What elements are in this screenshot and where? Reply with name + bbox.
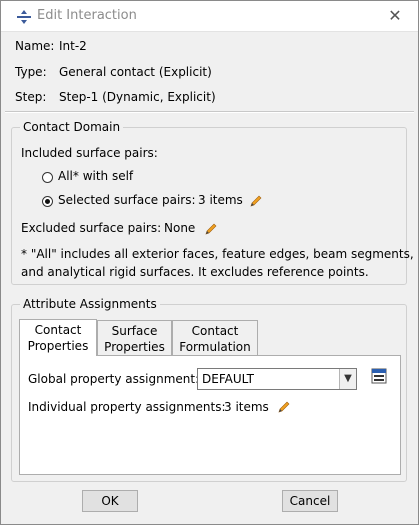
chevron-down-icon[interactable]: ▼	[339, 369, 356, 389]
step-value: Step-1 (Dynamic, Explicit)	[59, 90, 216, 104]
selected-pairs-label[interactable]: Selected surface pairs:	[58, 193, 196, 207]
tab-surface-properties-line2: Properties	[104, 340, 165, 354]
individual-property-value: 3 items	[224, 400, 269, 414]
tab-contact-formulation[interactable]: Contact Formulation	[172, 320, 258, 356]
interaction-icon	[17, 10, 31, 24]
all-with-self-radio[interactable]	[42, 172, 53, 183]
all-with-self-label[interactable]: All* with self	[58, 169, 133, 183]
edit-excluded-pairs-pencil-icon[interactable]	[204, 222, 218, 236]
note-line-1: * "All" includes all exterior faces, fea…	[21, 247, 414, 261]
type-value: General contact (Explicit)	[59, 65, 212, 79]
name-label: Name:	[15, 39, 55, 53]
individual-property-label: Individual property assignments:	[28, 400, 226, 414]
edit-interaction-dialog: Edit Interaction ✕ Name: Int-2 Type: Gener…	[0, 0, 419, 525]
note-line-2: and analytical rigid surfaces. It exclud…	[21, 265, 369, 279]
name-value: Int-2	[59, 39, 87, 53]
selected-pairs-count: 3 items	[198, 193, 243, 207]
tab-surface-properties-line1: Surface	[111, 324, 158, 338]
tab-surface-properties[interactable]: Surface Properties	[97, 320, 172, 356]
edit-selected-pairs-pencil-icon[interactable]	[249, 194, 263, 208]
tab-contact-formulation-line1: Contact	[191, 324, 239, 338]
cancel-button[interactable]: Cancel	[282, 490, 338, 512]
close-button[interactable]: ✕	[384, 5, 406, 27]
ok-button[interactable]: OK	[82, 490, 138, 512]
window-title: Edit Interaction	[37, 8, 137, 23]
name-row: Name: Int-2	[15, 39, 87, 53]
contact-domain-title: Contact Domain	[20, 120, 124, 134]
divider	[5, 111, 414, 113]
excluded-pairs-value: None	[164, 221, 196, 235]
type-row: Type: General contact (Explicit)	[15, 65, 212, 79]
title-bar: Edit Interaction ✕	[1, 1, 418, 32]
tab-contact-properties[interactable]: Contact Properties	[19, 319, 97, 356]
included-pairs-label: Included surface pairs:	[21, 146, 158, 160]
step-row: Step: Step-1 (Dynamic, Explicit)	[15, 90, 216, 104]
step-label: Step:	[15, 90, 47, 104]
tab-contact-properties-line2: Properties	[27, 339, 89, 353]
tab-contact-formulation-line2: Formulation	[179, 340, 251, 354]
tab-contact-properties-line1: Contact	[34, 323, 82, 337]
edit-individual-properties-pencil-icon[interactable]	[277, 400, 291, 414]
attribute-assignments-title: Attribute Assignments	[20, 297, 160, 311]
global-property-value: DEFAULT	[202, 372, 254, 386]
selected-pairs-radio[interactable]	[42, 196, 53, 207]
global-property-select[interactable]: DEFAULT ▼	[197, 368, 357, 390]
type-label: Type:	[15, 65, 47, 79]
global-property-label: Global property assignment:	[28, 372, 200, 386]
excluded-pairs-label: Excluded surface pairs:	[21, 221, 162, 235]
property-table-icon[interactable]	[371, 368, 387, 384]
